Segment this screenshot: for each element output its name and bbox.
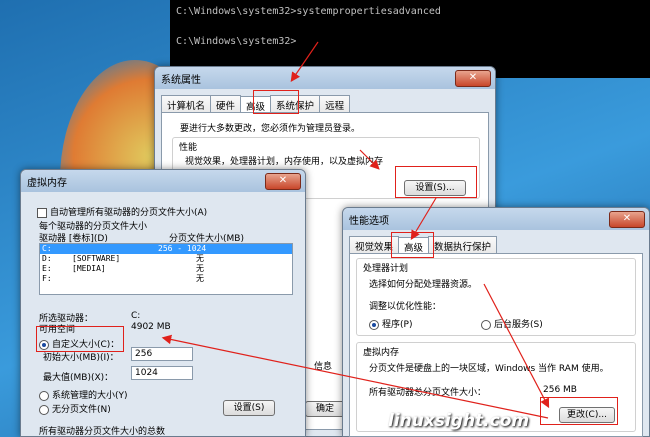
arrow-to-perf-tab — [410, 197, 437, 241]
arrow-to-settings — [359, 149, 380, 170]
annotation-arrows — [161, 41, 550, 419]
arrow-to-custom-size — [161, 334, 549, 419]
arrow-to-change — [483, 283, 550, 409]
arrow-cmd-to-tab — [290, 41, 319, 82]
watermark: linuxsight.com — [388, 411, 530, 431]
